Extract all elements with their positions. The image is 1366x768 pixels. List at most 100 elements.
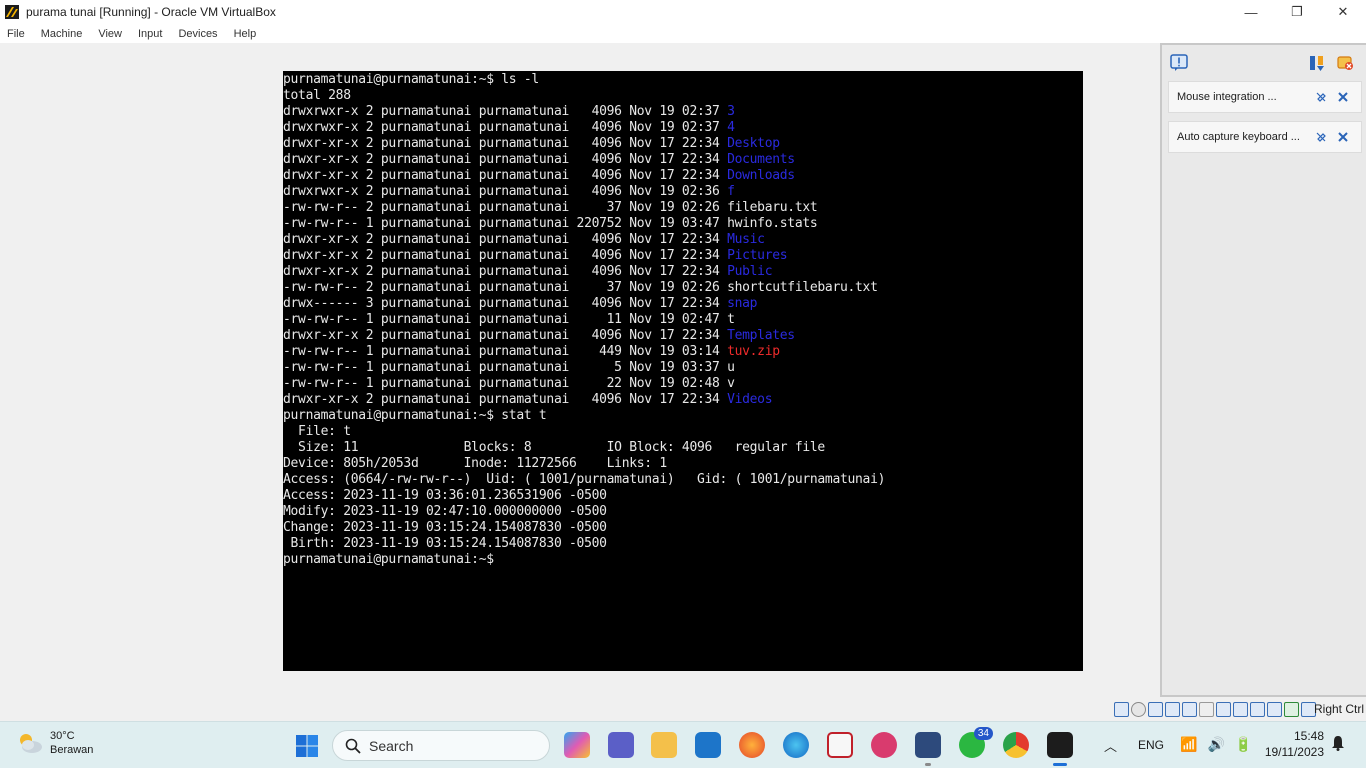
command-text: stat t	[493, 408, 547, 423]
listing-filename: Music	[727, 232, 765, 247]
toggle-sort-icon[interactable]	[1308, 54, 1326, 72]
vm-status-bar: Right Ctrl	[0, 697, 1366, 721]
restore-button[interactable]: ❐	[1274, 0, 1320, 24]
system-tray-icons[interactable]: 📶 🔊 🔋	[1180, 736, 1252, 753]
weather-widget[interactable]: 30°C Berawan	[16, 729, 93, 757]
menu-view[interactable]: View	[98, 28, 122, 40]
listing-filename: tuv.zip	[727, 344, 780, 359]
display-icon[interactable]	[1216, 702, 1231, 717]
mouse-integration-icon[interactable]	[1284, 702, 1299, 717]
listing-row: drwxrwxr-x 2 purnamatunai purnamatunai 4…	[283, 184, 735, 199]
shared-folders-icon[interactable]	[1199, 702, 1214, 717]
listing-row: drwxr-xr-x 2 purnamatunai purnamatunai 4…	[283, 392, 773, 407]
listing-filename: Videos	[727, 392, 773, 407]
recording-icon[interactable]	[1233, 702, 1248, 717]
whatsapp-icon[interactable]: 34	[959, 727, 993, 758]
dismiss-all-icon[interactable]	[1336, 54, 1354, 72]
listing-filename: u	[727, 360, 735, 375]
virtualization-icon[interactable]	[1267, 702, 1282, 717]
listing-row: drwx------ 3 purnamatunai purnamatunai 4…	[283, 296, 758, 311]
stat-line: Access: 2023-11-19 03:36:01.236531906 -0…	[283, 488, 607, 503]
menu-bar: File Machine View Input Devices Help	[0, 24, 1366, 43]
info-message-icon[interactable]	[1170, 54, 1188, 72]
terminal-line-cmd1: purnamatunai@purnamatunai:~$ ls -l	[283, 72, 1083, 88]
listing-row: drwxr-xr-x 2 purnamatunai purnamatunai 4…	[283, 264, 773, 279]
language-indicator[interactable]: ENG	[1138, 738, 1164, 752]
file-explorer-icon[interactable]	[651, 732, 677, 758]
pin-icon[interactable]	[1315, 131, 1327, 143]
usb-icon[interactable]	[1182, 702, 1197, 717]
wps-office-icon[interactable]	[871, 732, 897, 758]
search-label: Search	[369, 737, 414, 754]
listing-filename: snap	[727, 296, 758, 311]
network-icon[interactable]	[1165, 702, 1180, 717]
listing-filename: v	[727, 376, 735, 391]
audio-icon[interactable]	[1148, 702, 1163, 717]
chevron-up-icon[interactable]: ︿	[1104, 736, 1117, 755]
menu-input[interactable]: Input	[138, 28, 162, 40]
hard-disk-icon[interactable]	[1114, 702, 1129, 717]
notification-center-panel: Mouse integration ... Auto capture keybo…	[1160, 43, 1366, 697]
listing-filename: t	[727, 312, 735, 327]
listing-row: -rw-rw-r-- 1 purnamatunai purnamatunai 2…	[283, 216, 818, 231]
vm-terminal-screen[interactable]: purnamatunai@purnamatunai:~$ ls -l total…	[283, 71, 1083, 671]
virtualbox-taskbar-icon[interactable]	[915, 732, 941, 766]
clock-date: 19/11/2023	[1264, 745, 1324, 759]
pin-icon[interactable]	[1315, 91, 1327, 103]
listing-row: -rw-rw-r-- 1 purnamatunai purnamatunai 1…	[283, 312, 735, 327]
chrome-icon[interactable]	[1003, 732, 1029, 758]
listing-row: -rw-rw-r-- 1 purnamatunai purnamatunai 2…	[283, 376, 735, 391]
window-titlebar: purama tunai [Running] - Oracle VM Virtu…	[0, 0, 1366, 24]
listing-filename: Documents	[727, 152, 795, 167]
close-icon[interactable]	[1337, 131, 1349, 143]
stat-line: Birth: 2023-11-19 03:15:24.154087830 -05…	[283, 536, 607, 551]
menu-help[interactable]: Help	[234, 28, 257, 40]
teams-icon[interactable]	[608, 732, 634, 758]
listing-row: -rw-rw-r-- 2 purnamatunai purnamatunai 3…	[283, 200, 818, 215]
listing-row: drwxr-xr-x 2 purnamatunai purnamatunai 4…	[283, 248, 788, 263]
stat-line: Size: 11 Blocks: 8 IO Block: 4096 regula…	[283, 440, 825, 455]
start-windows-icon[interactable]	[295, 734, 319, 758]
cpu-icon[interactable]	[1250, 702, 1265, 717]
stat-line: Change: 2023-11-19 03:15:24.154087830 -0…	[283, 520, 607, 535]
listing-row: drwxrwxr-x 2 purnamatunai purnamatunai 4…	[283, 120, 735, 135]
stat-line: Device: 805h/2053d Inode: 11272566 Links…	[283, 456, 667, 471]
notification-mouse-integration[interactable]: Mouse integration ...	[1168, 81, 1362, 113]
listing-filename: Desktop	[727, 136, 780, 151]
listing-filename: 4	[727, 120, 735, 135]
battery-icon: 🔋	[1234, 736, 1253, 752]
command-text: ls -l	[493, 72, 539, 87]
listing-filename: filebaru.txt	[727, 200, 818, 215]
virtualbox-running-icon[interactable]	[1047, 732, 1073, 766]
listing-row: drwxrwxr-x 2 purnamatunai purnamatunai 4…	[283, 104, 735, 119]
menu-devices[interactable]: Devices	[178, 28, 217, 40]
menu-machine[interactable]: Machine	[41, 28, 83, 40]
listing-filename: Downloads	[727, 168, 795, 183]
windows-taskbar: 30°C Berawan Search 34 ︿ ENG 📶 🔊 🔋 15:48…	[0, 721, 1366, 768]
listing-filename: Pictures	[727, 248, 788, 263]
close-button[interactable]: ✕	[1320, 0, 1366, 24]
firefox-icon[interactable]	[739, 732, 765, 758]
notification-bell-icon[interactable]	[1331, 735, 1345, 751]
taskbar-search[interactable]: Search	[332, 730, 550, 761]
optical-drive-icon[interactable]	[1131, 702, 1146, 717]
vscode-app-icon[interactable]	[695, 732, 721, 758]
close-icon[interactable]	[1337, 91, 1349, 103]
menu-file[interactable]: File	[7, 28, 25, 40]
stat-line: File: t	[283, 424, 351, 439]
minimize-button[interactable]: —	[1228, 0, 1274, 24]
snipping-tool-icon[interactable]	[827, 732, 853, 758]
notification-text: Mouse integration ...	[1177, 91, 1277, 103]
copilot-icon[interactable]	[564, 732, 590, 758]
listing-filename: 3	[727, 104, 735, 119]
terminal-line-cmd2: purnamatunai@purnamatunai:~$ stat t	[283, 408, 1083, 424]
listing-row: drwxr-xr-x 2 purnamatunai purnamatunai 4…	[283, 232, 765, 247]
search-icon	[345, 738, 361, 754]
taskbar-clock[interactable]: 15:48 19/11/2023	[1262, 729, 1324, 759]
weather-temperature: 30°C	[50, 730, 75, 742]
stat-line: Access: (0664/-rw-rw-r--) Uid: ( 1001/pu…	[283, 472, 886, 487]
notification-auto-capture-keyboard[interactable]: Auto capture keyboard ...	[1168, 121, 1362, 153]
listing-filename: hwinfo.stats	[727, 216, 818, 231]
wifi-icon: 📶	[1180, 736, 1198, 752]
edge-icon[interactable]	[783, 732, 809, 758]
